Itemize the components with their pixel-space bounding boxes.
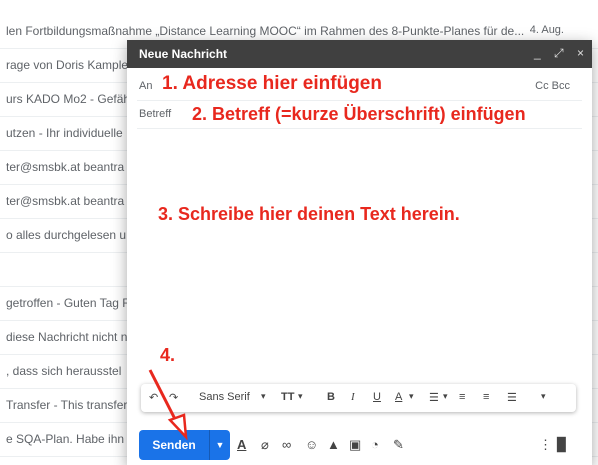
align-icon[interactable]: ☰ (429, 391, 439, 404)
inbox-row-text: o alles durchgelesen u (6, 228, 127, 242)
discard-draft-icon[interactable]: ▉ (557, 437, 567, 453)
photo-icon[interactable]: ▣ (349, 437, 361, 453)
inbox-row-text: ter@smsbk.at beantra (6, 194, 125, 208)
compose-bottom-bar: Senden ▼ A ⌀ ∞ ☺ ▲ ▣ ◔ ✎ ⋮ ▉ (127, 420, 592, 465)
close-icon[interactable]: × (577, 46, 584, 60)
drive-icon[interactable]: ▲ (327, 437, 340, 452)
inbox-row-text: rage von Doris Kample (6, 58, 129, 72)
compose-header[interactable]: Neue Nachricht _ ⤢ × (127, 40, 592, 68)
chevron-down-icon[interactable]: ▾ (443, 391, 448, 402)
font-size-icon[interactable]: TT (281, 391, 294, 403)
bold-icon[interactable]: B (327, 391, 335, 403)
cc-bcc-link[interactable]: Cc Bcc (535, 80, 570, 92)
formatting-options-icon[interactable]: A (237, 437, 246, 452)
inbox-row-text: diese Nachricht nicht n (6, 330, 128, 344)
inbox-row-text: getroffen - Guten Tag F (6, 296, 130, 310)
numbered-list-icon[interactable]: ≡ (459, 391, 465, 403)
inbox-row-text: utzen - Ihr individuelle (6, 126, 123, 140)
signature-pen-icon[interactable]: ✎ (393, 437, 404, 453)
annotation-step2: 2. Betreff (=kurze Überschrift) einfügen (192, 104, 526, 124)
expand-icon[interactable]: ⤢ (554, 46, 564, 60)
annotation-step1: 1. Adresse hier einfügen (162, 73, 382, 94)
minimize-icon[interactable]: _ (534, 46, 541, 60)
text-color-icon[interactable]: A (395, 391, 402, 403)
confidential-lock-icon[interactable]: ◔ (371, 437, 379, 452)
attach-icon[interactable]: ⌀ (261, 437, 269, 453)
link-icon[interactable]: ∞ (282, 437, 291, 452)
indent-icon[interactable]: ☰ (507, 391, 517, 404)
send-button[interactable]: Senden (139, 430, 209, 460)
redo-icon[interactable]: ↷ (169, 391, 178, 404)
chevron-down-icon[interactable]: ▾ (409, 391, 414, 402)
inbox-row-text: , dass sich herausstel (6, 364, 122, 378)
inbox-row-text: e SQA-Plan. Habe ihn (6, 432, 125, 446)
annotation-step4: 4. (160, 345, 176, 365)
inbox-row-text: Transfer - This transfer (6, 398, 128, 412)
font-select[interactable]: Sans Serif (199, 391, 250, 403)
chevron-down-icon[interactable]: ▾ (298, 391, 303, 402)
formatting-toolbar: ↶ ↷ Sans Serif ▾ TT ▾ B I U A ▾ ☰ ▾ ≡ ≡ … (141, 384, 576, 412)
send-options-dropdown[interactable]: ▼ (209, 430, 230, 460)
bulleted-list-icon[interactable]: ≡ (483, 391, 489, 403)
annotation-step3: 3. Schreibe hier deinen Text herein. (158, 204, 460, 224)
chevron-down-icon[interactable]: ▾ (261, 391, 266, 402)
subject-label: Betreff (139, 108, 172, 120)
message-body[interactable] (137, 132, 582, 380)
emoji-icon[interactable]: ☺ (305, 437, 318, 452)
inbox-row-date: 4. Aug. (529, 24, 564, 36)
more-formatting-icon[interactable]: ▾ (541, 391, 546, 402)
compose-title: Neue Nachricht (139, 47, 228, 61)
undo-icon[interactable]: ↶ (149, 391, 158, 404)
inbox-row-text: len Fortbildungsmaßnahme „Distance Learn… (6, 24, 525, 38)
to-label: An (139, 80, 153, 92)
more-options-icon[interactable]: ⋮ (539, 437, 552, 453)
underline-icon[interactable]: U (373, 391, 381, 403)
italic-icon[interactable]: I (351, 391, 355, 403)
inbox-row-text: urs KADO Mo2 - Gefäh (6, 92, 131, 106)
inbox-row-text: ter@smsbk.at beantra (6, 160, 125, 174)
